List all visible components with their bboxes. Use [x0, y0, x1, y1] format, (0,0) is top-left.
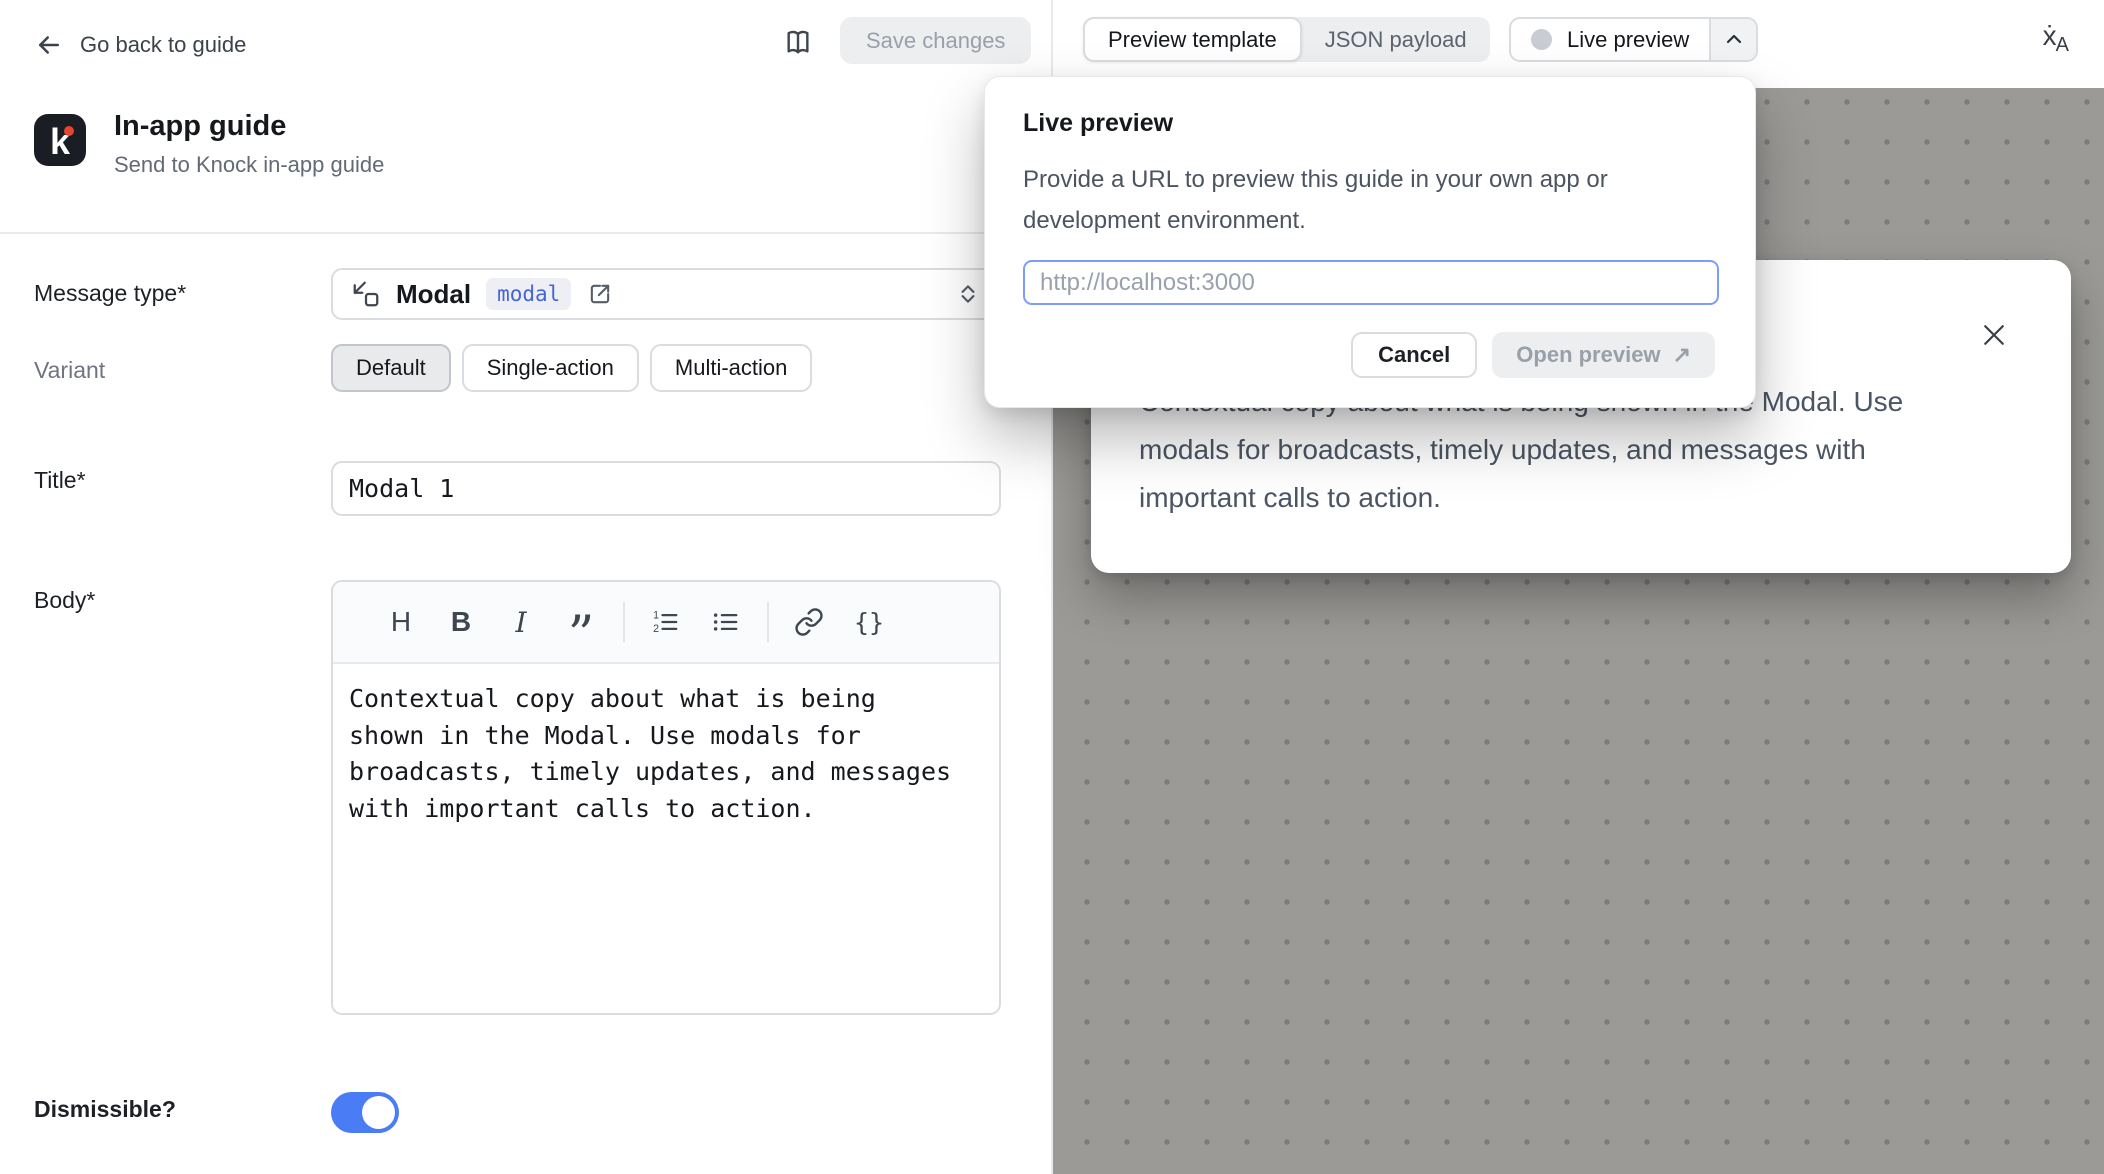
body-line: with important calls to action.: [349, 791, 983, 828]
ordered-list-button[interactable]: 12: [643, 598, 687, 646]
open-preview-button[interactable]: Open preview ↗: [1492, 332, 1715, 378]
link-icon: [794, 607, 824, 637]
italic-icon: I: [515, 606, 526, 639]
bullet-list-icon: [710, 607, 740, 637]
link-button[interactable]: [787, 598, 831, 646]
message-type-select[interactable]: Modal modal: [331, 268, 1001, 320]
variant-label: Variant: [34, 357, 105, 384]
logo-red-dot: [64, 126, 74, 136]
variant-multi-action-button[interactable]: Multi-action: [650, 344, 812, 392]
popover-actions: Cancel Open preview ↗: [1351, 332, 1715, 378]
live-preview-tab[interactable]: Live preview: [1511, 19, 1709, 60]
dismissible-label: Dismissible?: [34, 1096, 176, 1123]
arrow-up-right-icon: ↗: [1673, 342, 1691, 368]
arrow-left-icon: [34, 30, 64, 60]
docs-book-button[interactable]: [782, 26, 814, 58]
body-label: Body*: [34, 587, 95, 614]
live-preview-control[interactable]: Live preview: [1509, 17, 1758, 62]
live-preview-label: Live preview: [1567, 27, 1689, 53]
toolbar-divider: [767, 602, 769, 642]
svg-text:2: 2: [653, 623, 659, 635]
toggle-knob: [362, 1096, 395, 1129]
page-subtitle: Send to Knock in-app guide: [114, 152, 384, 178]
heading-button[interactable]: H: [379, 598, 423, 646]
message-type-value: Modal: [396, 279, 471, 310]
blockquote-button[interactable]: ”: [559, 598, 603, 646]
chevron-up-icon: [1722, 28, 1746, 52]
bold-button[interactable]: B: [439, 598, 483, 646]
editor-toolbar: H B I ” 12: [333, 582, 999, 664]
tab-preview-template[interactable]: Preview template: [1083, 17, 1302, 62]
editor-panel: Go back to guide Save changes k In-app g…: [0, 0, 1051, 1174]
popover-description: Provide a URL to preview this guide in y…: [1023, 159, 1608, 241]
tab-json-payload[interactable]: JSON payload: [1302, 17, 1490, 62]
open-preview-label: Open preview: [1516, 342, 1660, 368]
title-label: Title*: [34, 467, 86, 494]
svg-text:1: 1: [653, 609, 659, 621]
dismissible-toggle[interactable]: [331, 1092, 399, 1133]
message-type-label: Message type*: [34, 280, 186, 307]
title-input[interactable]: [331, 461, 1001, 516]
body-text-area[interactable]: Contextual copy about what is being show…: [333, 664, 999, 844]
ordered-list-icon: 12: [650, 607, 680, 637]
popover-description-line: development environment.: [1023, 200, 1608, 241]
knock-logo: k: [34, 114, 86, 166]
chevron-up-down-icon: [955, 281, 981, 307]
close-icon[interactable]: [1979, 320, 2009, 350]
translate-icon: ẋA: [2043, 22, 2070, 50]
status-dot-icon: [1531, 29, 1552, 50]
variant-button-group: Default Single-action Multi-action: [331, 344, 812, 392]
body-line: broadcasts, timely updates, and messages: [349, 754, 983, 791]
cancel-button[interactable]: Cancel: [1351, 332, 1477, 378]
variable-button[interactable]: {}: [847, 598, 891, 646]
page-title: In-app guide: [114, 110, 286, 143]
braces-icon: {}: [854, 608, 884, 637]
italic-button[interactable]: I: [499, 598, 543, 646]
bold-icon: B: [451, 606, 471, 638]
external-link-icon[interactable]: [586, 280, 614, 308]
back-link[interactable]: Go back to guide: [34, 30, 246, 60]
variant-default-button[interactable]: Default: [331, 344, 451, 392]
popover-title: Live preview: [1023, 109, 1173, 138]
modal-preview-line: modals for broadcasts, timely updates, a…: [1139, 426, 2023, 474]
save-changes-button[interactable]: Save changes: [840, 17, 1031, 64]
body-line: Contextual copy about what is being: [349, 681, 983, 718]
live-preview-collapse-button[interactable]: [1709, 19, 1756, 60]
preview-mode-tabs: Preview template JSON payload: [1083, 17, 1490, 62]
live-preview-popover: Live preview Provide a URL to preview th…: [984, 76, 1756, 408]
heading-icon: H: [391, 606, 411, 638]
message-type-badge: modal: [486, 278, 571, 310]
preview-url-input[interactable]: [1023, 260, 1719, 305]
back-link-label: Go back to guide: [80, 32, 246, 58]
book-icon: [782, 26, 814, 58]
popover-description-line: Provide a URL to preview this guide in y…: [1023, 159, 1608, 200]
modal-preview-line: important calls to action.: [1139, 474, 2023, 522]
app-window: Go back to guide Save changes k In-app g…: [0, 0, 2104, 1174]
variant-single-action-button[interactable]: Single-action: [462, 344, 639, 392]
toolbar-divider: [623, 602, 625, 642]
modal-type-icon: [351, 279, 381, 309]
body-editor: H B I ” 12: [331, 580, 1001, 1015]
body-line: shown in the Modal. Use modals for: [349, 718, 983, 755]
bullet-list-button[interactable]: [703, 598, 747, 646]
translations-button[interactable]: ẋA: [2043, 22, 2070, 50]
header-divider: [0, 232, 1051, 234]
